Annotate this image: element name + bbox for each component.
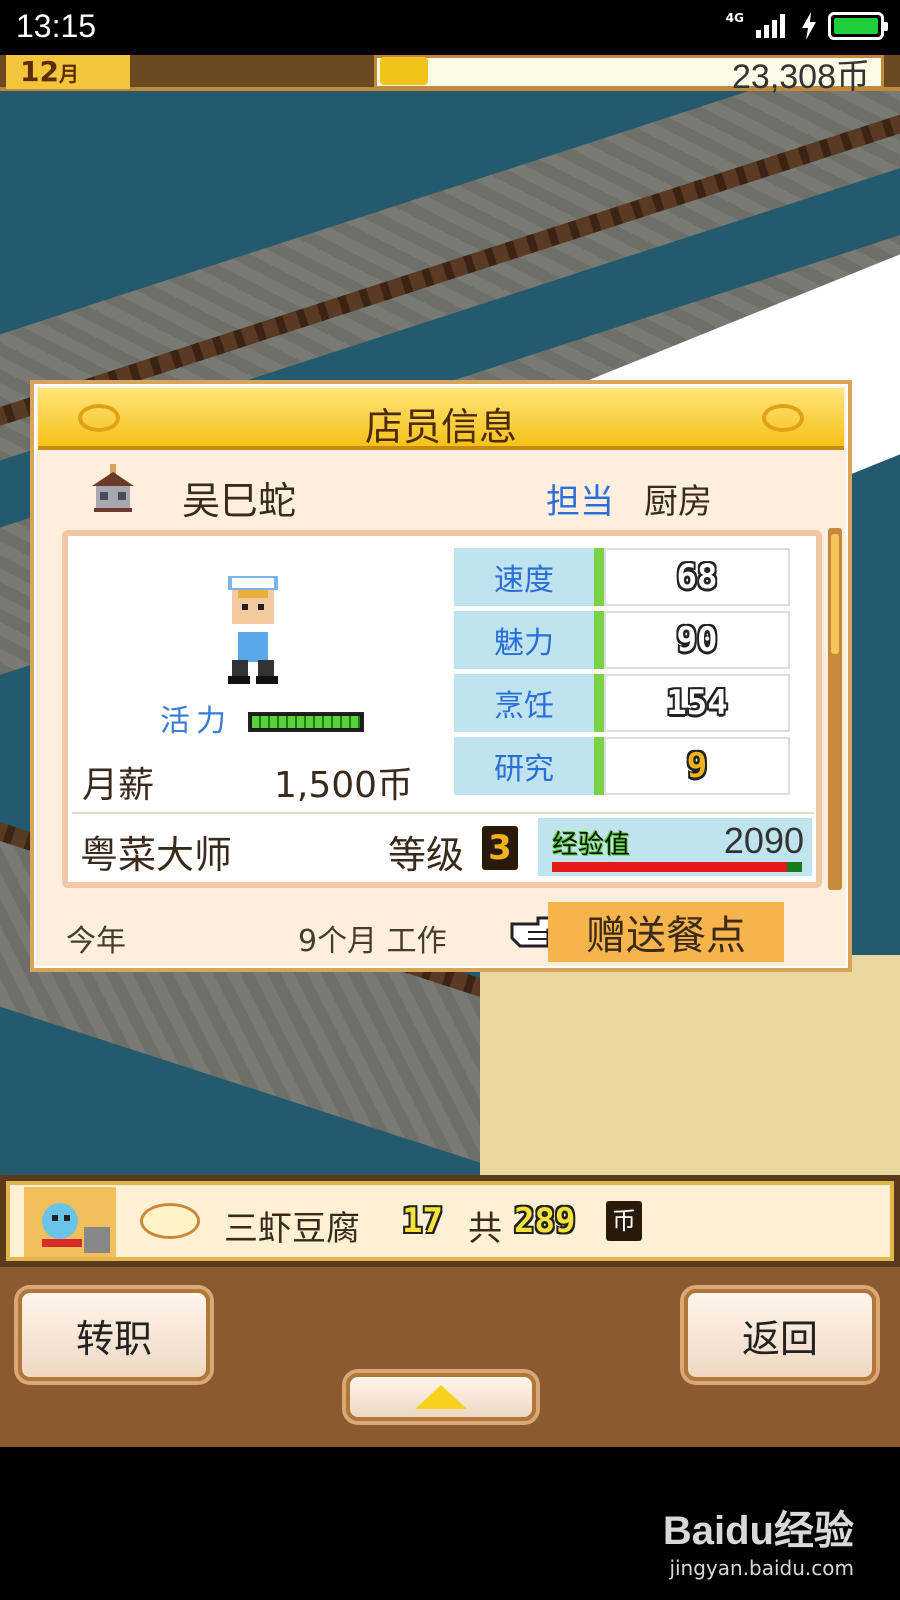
battery-icon <box>828 12 888 40</box>
scrollbar[interactable] <box>828 528 842 890</box>
watermark-url: jingyan.baidu.com <box>669 1556 854 1580</box>
order-strip: 三虾豆腐 17 共 289 币 <box>0 1175 900 1267</box>
currency-badge: 币 <box>606 1201 642 1241</box>
stat-label: 研究 <box>454 737 604 795</box>
stat-row-speed: 速度 68 <box>454 548 790 606</box>
month-number: 12 <box>20 55 59 88</box>
coin-total: 23,308币 <box>732 58 870 96</box>
restaurant-area <box>480 955 900 1175</box>
chef-sprite-icon <box>228 576 278 684</box>
stat-row-research: 研究 9 <box>454 737 790 795</box>
stats-table: 速度 68 魅力 90 烹饪 154 研究 9 <box>454 548 790 800</box>
order-total: 289 <box>514 1201 576 1241</box>
stat-label: 速度 <box>454 548 604 606</box>
year-label: 今年 <box>66 924 126 959</box>
level-label: 等级 <box>388 833 465 877</box>
level-badge: 3 <box>482 826 518 870</box>
order-total-label: 共 <box>468 1209 502 1249</box>
staff-detail-card: 活力 月薪 1,500币 速度 68 魅力 90 烹饪 154 研究 9 粤菜大… <box>62 530 822 888</box>
coin-icon <box>380 57 428 85</box>
transfer-job-button[interactable]: 转职 <box>18 1289 210 1381</box>
bottom-black-area: Baidu经验 jingyan.baidu.com <box>0 1447 900 1600</box>
expand-up-button[interactable] <box>346 1373 536 1421</box>
experience-value: 2090 <box>723 820 804 861</box>
role-value: 厨房 <box>644 482 712 522</box>
customer-avatar-icon <box>24 1187 116 1257</box>
stat-value: 9 <box>604 737 790 795</box>
month-display: 12月 <box>6 55 130 89</box>
salary-label: 月薪 <box>82 765 155 806</box>
salary-value: 1,500币 <box>274 765 414 806</box>
stat-value: 90 <box>604 611 790 669</box>
cuisine-title: 粤菜大师 <box>80 833 233 877</box>
scrollbar-thumb[interactable] <box>831 534 839 654</box>
stat-label: 魅力 <box>454 611 604 669</box>
experience-bar <box>552 862 802 872</box>
vitality-bar <box>248 712 364 732</box>
restaurant-building-icon <box>92 464 134 512</box>
work-duration: 9个月 工作 <box>298 924 447 959</box>
stat-label: 烹饪 <box>454 674 604 732</box>
stat-row-cooking: 烹饪 154 <box>454 674 790 732</box>
dialog-title: 店员信息 <box>364 405 517 449</box>
experience-label: 经验值 <box>552 830 631 860</box>
dish-name: 三虾豆腐 <box>224 1209 360 1249</box>
clock: 13:15 <box>16 8 97 44</box>
order-count: 17 <box>402 1201 443 1241</box>
watermark-logo: Baidu经验 <box>662 1509 854 1553</box>
staff-info-dialog: 店员信息 吴巳蛇 担当 厨房 活力 月薪 1,500币 速度 68 魅力 90 … <box>30 380 852 972</box>
status-bar: 13:15 4G <box>0 0 900 55</box>
stat-value: 68 <box>604 548 790 606</box>
order-panel: 三虾豆腐 17 共 289 币 <box>6 1181 894 1261</box>
bottom-controls: 转职 返回 <box>0 1267 900 1447</box>
role-label: 担当 <box>546 482 614 522</box>
month-unit: 月 <box>58 62 79 86</box>
dialog-footer: 今年 9个月 工作 赠送餐点 <box>34 902 848 968</box>
back-button[interactable]: 返回 <box>684 1289 876 1381</box>
charging-icon <box>802 12 816 40</box>
staff-name: 吴巳蛇 <box>182 479 297 523</box>
status-icons: 4G <box>725 11 888 40</box>
arrow-up-icon <box>415 1385 467 1409</box>
vitality-label: 活力 <box>160 704 232 739</box>
stat-row-charm: 魅力 90 <box>454 611 790 669</box>
watermark: Baidu经验 jingyan.baidu.com <box>663 1498 854 1580</box>
dialog-title-bar: 店员信息 <box>38 388 844 450</box>
stat-value: 154 <box>604 674 790 732</box>
gift-meal-button[interactable]: 赠送餐点 <box>548 902 784 962</box>
top-status-bar: 12月 23,308币 <box>0 55 900 96</box>
experience-box: 经验值 2090 <box>538 818 812 876</box>
dish-icon <box>140 1203 200 1239</box>
experience-fill <box>552 862 787 872</box>
network-indicator: 4G <box>725 11 744 25</box>
staff-header: 吴巳蛇 担当 厨房 <box>84 456 814 526</box>
rank-row: 粤菜大师 等级 3 经验值 2090 <box>72 812 814 878</box>
signal-icon <box>756 14 785 38</box>
vitality-fill <box>252 716 360 728</box>
swirl-ornament-icon <box>762 404 804 432</box>
